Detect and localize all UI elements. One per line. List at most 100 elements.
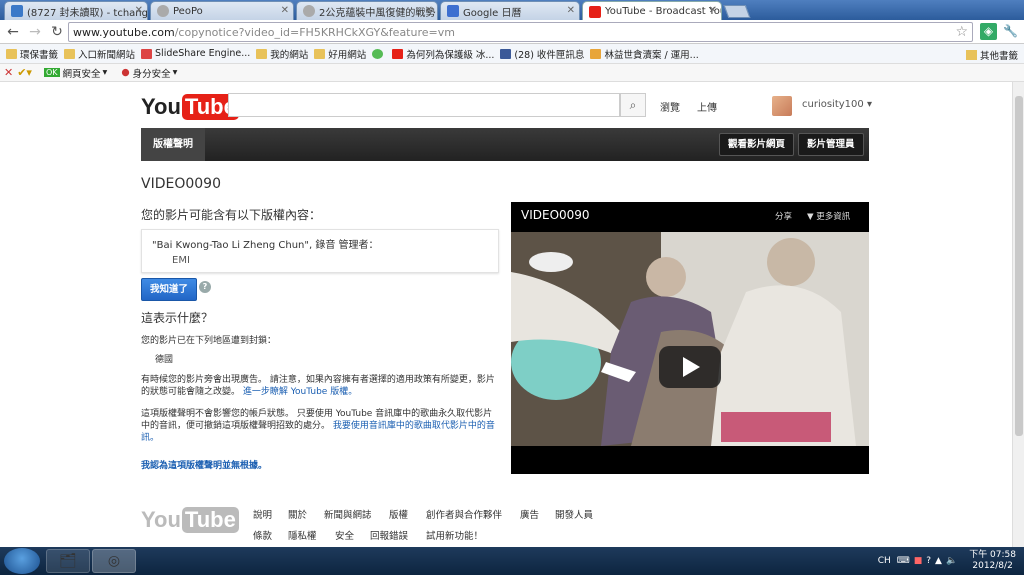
video-manager-button[interactable]: 影片管理員: [798, 133, 864, 156]
folder-icon: [314, 48, 326, 59]
chrome-icon[interactable]: ◎: [92, 549, 136, 573]
username-menu[interactable]: curiosity100 ▾: [802, 99, 872, 110]
reload-button[interactable]: ↻: [48, 23, 66, 41]
footer-link[interactable]: 新聞與網誌: [324, 507, 372, 521]
tab-gmail[interactable]: (8727 封未讀取) - tchang ✕: [4, 1, 148, 20]
identity-security-label[interactable]: 身分安全: [133, 66, 171, 80]
other-bookmarks-label: 其他書籤: [979, 51, 1018, 62]
clock[interactable]: 下午 07:58 2012/8/2: [969, 550, 1016, 572]
youtube-logo[interactable]: You Tube: [141, 94, 239, 120]
page-scrollbar[interactable]: [1012, 82, 1024, 547]
bookmark-item[interactable]: 林益世貪瀆案 / 運用...: [590, 47, 699, 61]
language-indicator[interactable]: CH: [878, 556, 891, 566]
globe-icon: [157, 5, 169, 17]
close-icon[interactable]: ✕: [4, 66, 13, 79]
claim-text: "Bai Kwong-Tao Li Zheng Chun", 錄音 管理者：: [152, 240, 379, 251]
bookmark-item[interactable]: 我的網站: [256, 47, 308, 61]
claim-heading: 您的影片可能含有以下版權內容：: [141, 208, 322, 222]
learn-more-link[interactable]: 進一步瞭解 YouTube 版權。: [243, 387, 357, 397]
help-tray-icon[interactable]: ?: [926, 556, 931, 566]
bookmark-star-icon[interactable]: ☆: [955, 24, 968, 40]
more-info-button[interactable]: ▼ 更多資訊: [807, 210, 850, 222]
copyright-navbar: 版權聲明 觀看影片網頁 影片管理員: [141, 128, 869, 161]
tab-peopo[interactable]: PeoPo ✕: [150, 1, 294, 20]
explorer-icon[interactable]: 🗂: [46, 549, 90, 573]
footer-link[interactable]: 回報錯誤: [370, 528, 408, 542]
footer-link[interactable]: 說明: [253, 507, 272, 521]
security-toolbar: ✕ ✔▾ OK 網頁安全 ▾ ● 身分安全 ▾: [0, 64, 1024, 82]
claim-box: "Bai Kwong-Tao Li Zheng Chun", 錄音 管理者： E…: [141, 229, 499, 273]
close-icon[interactable]: ✕: [135, 5, 143, 16]
video-player[interactable]: VIDEO0090 分享 ▼ 更多資訊: [511, 202, 869, 474]
extension-icon[interactable]: ◈: [980, 23, 997, 40]
wrench-icon[interactable]: 🔧: [1002, 23, 1019, 40]
policy-paragraph: 有時候您的影片旁會出現廣告。 請注意，如果內容擁有者選擇的適用政策有所變更，影片…: [141, 374, 501, 398]
footer-link[interactable]: 試用新功能！: [426, 528, 483, 542]
search-icon: ⌕: [629, 98, 637, 112]
address-bar[interactable]: www.youtube.com/copynotice?video_id=FH5K…: [68, 22, 973, 42]
acknowledge-button[interactable]: 我知道了: [141, 278, 197, 301]
bookmark-item[interactable]: 為何列為保護級 冰...: [392, 47, 494, 61]
dispute-link[interactable]: 我認為這項版權聲明並無根據。: [141, 458, 267, 471]
forward-button[interactable]: →: [26, 23, 44, 41]
footer-link[interactable]: 安全: [335, 528, 354, 542]
search-input[interactable]: [228, 93, 620, 117]
footer-link[interactable]: 廣告: [520, 507, 539, 521]
footer-link[interactable]: 創作者與合作夥伴: [426, 507, 502, 521]
folder-icon: [965, 50, 977, 60]
tab-copyright-notice[interactable]: 版權聲明: [141, 128, 205, 161]
tab-label: 2公克蘊裝中風復健的戰勢: [319, 7, 436, 19]
browse-link[interactable]: 瀏覽: [660, 99, 680, 114]
globe-icon: [303, 5, 315, 17]
watch-page-button[interactable]: 觀看影片網頁: [719, 133, 795, 156]
volume-icon[interactable]: 🔈: [946, 556, 957, 566]
avatar[interactable]: [772, 96, 792, 116]
new-tab-button[interactable]: [723, 5, 751, 18]
bookmark-item[interactable]: SlideShare Engine...: [141, 48, 250, 59]
ime-mode-icon[interactable]: ■: [914, 556, 923, 566]
bookmark-item[interactable]: 環保書籤: [6, 47, 58, 61]
upload-link[interactable]: 上傳: [697, 99, 717, 114]
blocked-country: 德國: [155, 355, 174, 365]
close-icon[interactable]: ✕: [425, 5, 433, 16]
player-title: VIDEO0090: [521, 208, 590, 222]
what-heading: 這表示什麼？: [141, 311, 214, 325]
network-icon[interactable]: ▲: [935, 556, 942, 566]
bookmark-item[interactable]: 入口新聞網站: [64, 47, 135, 61]
play-button[interactable]: [659, 346, 721, 388]
search-button[interactable]: ⌕: [620, 93, 646, 117]
bookmark-item[interactable]: 好用網站: [314, 47, 366, 61]
evernote-icon: [372, 48, 384, 59]
close-icon[interactable]: ✕: [709, 5, 717, 16]
youtube-icon: [589, 5, 601, 18]
page-title: VIDEO0090: [141, 176, 221, 192]
start-button[interactable]: [4, 548, 40, 574]
footer-link[interactable]: 條款: [253, 528, 272, 542]
close-icon[interactable]: ✕: [567, 5, 575, 16]
bookmark-item[interactable]: [372, 48, 386, 59]
close-icon[interactable]: ✕: [281, 5, 289, 16]
footer-link[interactable]: 隱私權: [288, 528, 317, 542]
tab-label: PeoPo: [173, 5, 203, 17]
footer-link[interactable]: 版權: [389, 507, 408, 521]
tab-article[interactable]: 2公克蘊裝中風復健的戰勢 ✕: [296, 1, 438, 20]
bookmark-item[interactable]: (28) 收件匣訊息: [500, 47, 584, 61]
share-button[interactable]: 分享: [775, 210, 792, 222]
web-security-label[interactable]: 網頁安全: [63, 66, 101, 80]
footer-link[interactable]: 關於: [288, 507, 307, 521]
footer-logo[interactable]: You Tube: [141, 507, 239, 533]
bookmarks-bar: 環保書籤 入口新聞網站 SlideShare Engine... 我的網站 好用…: [0, 44, 1024, 64]
tab-youtube[interactable]: YouTube - Broadcast You ✕: [582, 1, 722, 21]
footer-logo-tube: Tube: [181, 507, 239, 533]
back-button[interactable]: ←: [4, 23, 22, 41]
scrollbar-thumb[interactable]: [1015, 96, 1023, 436]
youtube-icon: [392, 48, 404, 59]
footer-link[interactable]: 開發人員: [555, 507, 593, 521]
other-bookmarks[interactable]: 其他書籤: [965, 48, 1018, 62]
check-icon[interactable]: ✔▾: [17, 66, 32, 79]
tab-calendar[interactable]: Google 日曆 ✕: [440, 1, 580, 20]
help-icon[interactable]: ?: [199, 281, 211, 293]
ime-icon[interactable]: ⌨: [897, 556, 910, 566]
footer: You Tube 說明 關於 新聞與網誌 版權 創作者與合作夥伴 廣告 開發人員 …: [141, 487, 869, 547]
shield-icon: ●: [121, 67, 130, 78]
